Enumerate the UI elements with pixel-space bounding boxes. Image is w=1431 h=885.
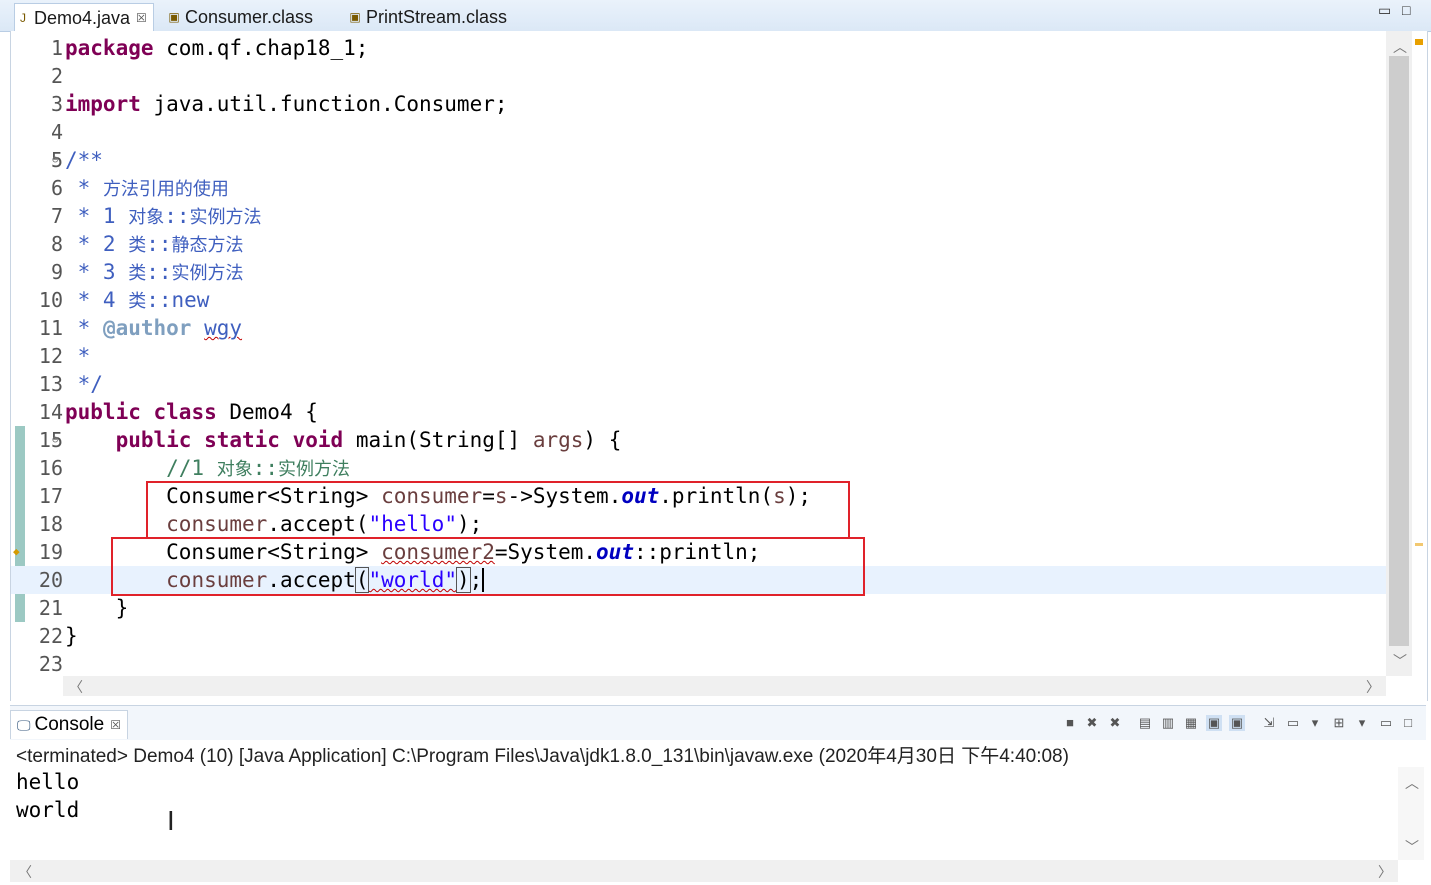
scroll-thumb[interactable]	[1389, 56, 1409, 646]
console-tab-label: Console	[34, 714, 105, 735]
console-header: 🖵 Console ☒ ■ ✖ ✖ ▤ ▥ ▦ ▣ ▣ ⇲ ▭ ▾ ⊞ ▾ ▭ …	[10, 705, 1426, 740]
scroll-down-icon[interactable]: ﹀	[1405, 837, 1419, 857]
code-line: 4	[50, 120, 63, 144]
tab-console[interactable]: 🖵 Console ☒	[10, 710, 128, 739]
code-line: 9 * 3 类::实例方法	[50, 260, 244, 284]
code-area[interactable]: 1 package com.qf.chap18_1; 2 3 import java…	[11, 31, 1386, 676]
overview-ruler[interactable]	[1412, 31, 1427, 676]
fold-icon[interactable]: ⊖	[52, 426, 59, 454]
new-console-icon[interactable]: ⊞	[1331, 715, 1347, 731]
minimize-icon[interactable]: ▭	[1378, 715, 1394, 731]
scroll-right-icon[interactable]: 〉	[1378, 862, 1392, 882]
class-file-icon: ▣	[168, 10, 180, 24]
show-on-stderr-icon[interactable]: ▣	[1229, 715, 1245, 731]
chevron-down-icon[interactable]: ▾	[1307, 715, 1323, 731]
tab-label: Consumer.class	[185, 6, 314, 27]
vertical-scrollbar[interactable]: ︿ ﹀	[1386, 31, 1412, 676]
chevron-down-icon[interactable]: ▾	[1354, 715, 1370, 731]
code-editor[interactable]: 1 package com.qf.chap18_1; 2 3 import java…	[10, 31, 1428, 701]
pin-console-icon[interactable]: ⇲	[1261, 715, 1277, 731]
scroll-up-icon[interactable]: ︿	[1393, 37, 1407, 57]
scroll-right-icon[interactable]: 〉	[1366, 677, 1380, 697]
close-icon[interactable]: ☒	[136, 5, 147, 32]
scroll-lock-icon[interactable]: ▥	[1160, 715, 1176, 731]
console-horizontal-scrollbar[interactable]: 〈 〉	[10, 860, 1398, 882]
console-vertical-scrollbar[interactable]: ︿ ﹀	[1398, 767, 1424, 860]
close-icon[interactable]: ☒	[110, 711, 121, 739]
console-status: <terminated> Demo4 (10) [Java Applicatio…	[16, 746, 1069, 767]
code-line: 16 //1 对象::实例方法	[38, 456, 351, 480]
scroll-left-icon[interactable]: 〈	[69, 677, 83, 697]
editor-tab-bar: J Demo4.java ☒ ▣ Consumer.class ▣ PrintS…	[0, 0, 1431, 32]
code-line: 15 ⊖ public static void main(String[] arg…	[38, 426, 622, 454]
text-cursor-icon: I	[167, 807, 175, 837]
code-line: 2	[50, 64, 63, 88]
tab-demo4-java[interactable]: J Demo4.java ☒	[14, 3, 154, 32]
fold-icon[interactable]: ⊖	[52, 146, 59, 174]
code-line: 6 * 方法引用的使用	[50, 176, 229, 200]
warning-marker-icon[interactable]	[1415, 39, 1423, 45]
console-icon: 🖵	[17, 717, 31, 733]
code-line: 3 import java.util.function.Consumer;	[50, 92, 508, 116]
warning-icon[interactable]: ◆	[13, 538, 20, 566]
code-line: 23	[38, 652, 63, 676]
tab-label: PrintStream.class	[366, 6, 508, 27]
code-line: 13 */	[38, 372, 103, 396]
word-wrap-icon[interactable]: ▦	[1183, 715, 1199, 731]
code-line: 1 package com.qf.chap18_1;	[50, 36, 369, 60]
highlight-box-lambda	[146, 481, 850, 539]
scroll-up-icon[interactable]: ︿	[1405, 773, 1419, 793]
clear-console-icon[interactable]: ▤	[1137, 715, 1153, 731]
tab-consumer-class[interactable]: ▣ Consumer.class	[166, 3, 313, 31]
tab-printstream-class[interactable]: ▣ PrintStream.class	[347, 3, 507, 31]
horizontal-scrollbar[interactable]: 〈 〉	[63, 676, 1386, 696]
code-line: 21 }	[38, 596, 129, 620]
code-line: 11 * @author wgy	[38, 316, 243, 340]
tab-label: Demo4.java	[34, 7, 131, 28]
output-line: hello	[16, 770, 80, 794]
class-file-icon: ▣	[349, 10, 361, 24]
minimize-icon[interactable]: ▭	[1378, 2, 1391, 19]
code-line: 12 *	[38, 344, 91, 368]
remove-all-icon[interactable]: ✖	[1107, 715, 1123, 731]
annotation-marker[interactable]	[1415, 543, 1423, 546]
code-line: 14 public class Demo4 {	[38, 400, 318, 424]
code-line: 7 * 1 对象::实例方法	[50, 204, 262, 228]
maximize-icon[interactable]: □	[1402, 2, 1410, 18]
scroll-down-icon[interactable]: ﹀	[1393, 651, 1407, 671]
display-console-icon[interactable]: ▭	[1285, 715, 1301, 731]
code-line: 5 ⊖/**	[50, 146, 103, 174]
code-line: 10 * 4 类::new	[38, 288, 210, 312]
code-line: 22}	[38, 624, 78, 648]
code-line: 8 * 2 类::静态方法	[50, 232, 244, 256]
remove-launch-icon[interactable]: ✖	[1084, 715, 1100, 731]
maximize-icon[interactable]: □	[1400, 715, 1416, 731]
show-on-stdout-icon[interactable]: ▣	[1206, 715, 1222, 731]
highlight-box-method-ref	[111, 537, 865, 596]
console-output[interactable]: hello world	[10, 767, 1398, 860]
scroll-left-icon[interactable]: 〈	[18, 862, 32, 882]
terminate-icon[interactable]: ■	[1062, 715, 1078, 731]
output-line: world	[16, 798, 80, 822]
java-file-icon: J	[20, 11, 26, 25]
